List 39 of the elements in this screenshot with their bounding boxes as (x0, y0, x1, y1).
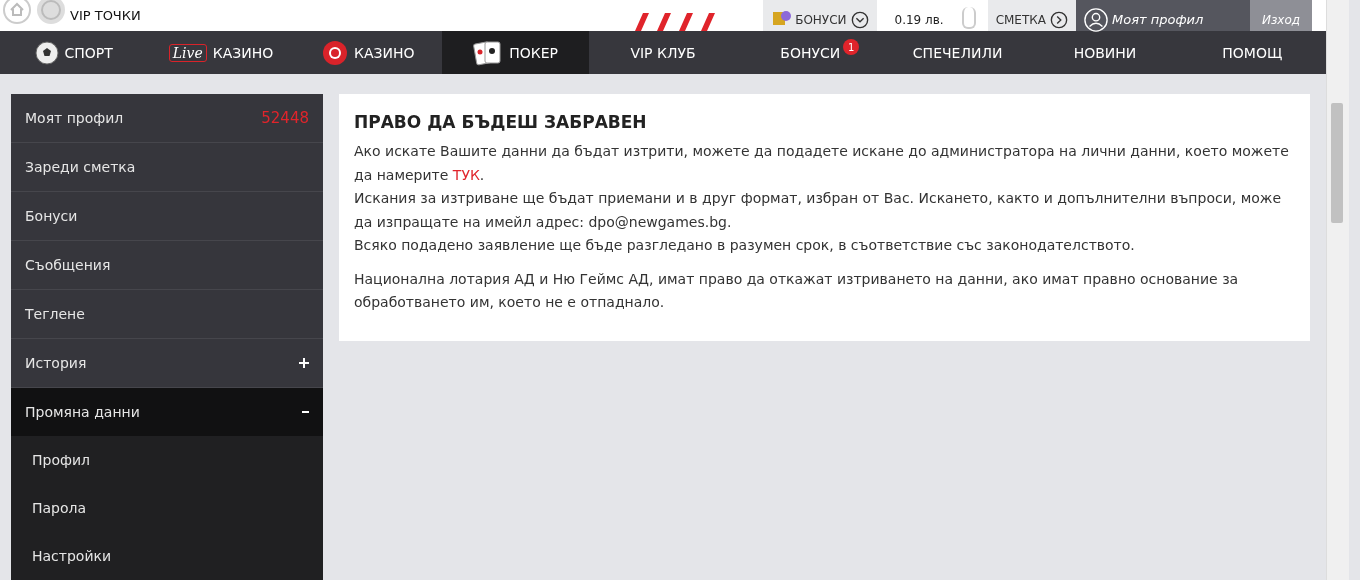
sidebar-item[interactable]: Моят профил 52448 (11, 94, 323, 143)
notification-badge: 1 (843, 39, 860, 55)
here-link[interactable]: ТУК (452, 166, 480, 183)
nav-tab[interactable]: VIP КЛУБ (589, 31, 737, 74)
sidebar-item[interactable]: Съобщения (11, 241, 323, 290)
sidebar-item[interactable]: Зареди сметка (11, 143, 323, 192)
sidebar-item[interactable]: Бонуси (11, 192, 323, 241)
sidebar-subitem[interactable]: Парола (11, 484, 323, 532)
home-icon[interactable] (2, 0, 32, 25)
toggle-icon[interactable] (961, 7, 976, 29)
nav-tab[interactable]: Live КАЗИНО (147, 31, 295, 74)
nav-tab[interactable]: СПЕЧЕЛИЛИ (883, 31, 1032, 74)
soccer-ball-icon (34, 40, 59, 65)
scrollbar[interactable] (1326, 0, 1349, 580)
live-logo: Live (168, 43, 207, 62)
nav-tab[interactable]: СПОРТ (0, 31, 148, 74)
nav-tab[interactable]: ПОМОЩ (1178, 31, 1326, 74)
article-title: ПРАВО ДА БЪДЕШ ЗАБРАВЕН (354, 112, 648, 132)
chevron-circle-icon (850, 10, 869, 29)
playing-cards-icon (473, 39, 504, 66)
sidebar-subitem[interactable]: Профил (11, 436, 323, 484)
casino-chip-icon (322, 39, 349, 66)
bonuses-button[interactable]: БОНУСИ (763, 0, 877, 31)
article-paragraph: Искания за изтриване ще бъдат приемани и в друг формат, избран от Вас. Искането, както и допълнителни въпроси, може да изпращате на имейл адрес: dpo@newgames.bg. (354, 189, 1282, 232)
sidebar-item[interactable]: Промяна данни (11, 388, 323, 436)
vip-points-link[interactable]: VIP ТОЧКИ (70, 8, 141, 23)
chevron-circle-icon (1050, 10, 1068, 29)
nav-tab[interactable]: КАЗИНО (294, 31, 442, 74)
nav-tab[interactable]: НОВИНИ (1031, 31, 1179, 74)
article-paragraph: Национална лотария АД и Ню Геймс АД, имат право да откажат изтриването на данни, ако имат правно основание за обработването им, което не е отпаднало. (354, 269, 1240, 312)
account-button[interactable]: СМЕТКА (987, 0, 1076, 31)
sidebar-subitem[interactable]: Настройки (11, 532, 323, 580)
sidebar-item[interactable]: Теглене (11, 290, 323, 339)
user-icon (1084, 7, 1108, 32)
nav-tab[interactable]: ПОКЕР (442, 31, 590, 74)
profile-button[interactable]: Моят профил (1076, 0, 1250, 31)
article-paragraph: Всяко подадено заявление ще бъде разгледано в разумен срок, в съответствие със законодателството. (354, 236, 1136, 255)
article-paragraph: Ако искате Вашите данни да бъдат изтрити, можете да подадете искане до администратора на лични данни, което можете да намерите ТУК. (354, 142, 1290, 185)
nav-tab[interactable]: БОНУСИ 1 (736, 31, 884, 74)
